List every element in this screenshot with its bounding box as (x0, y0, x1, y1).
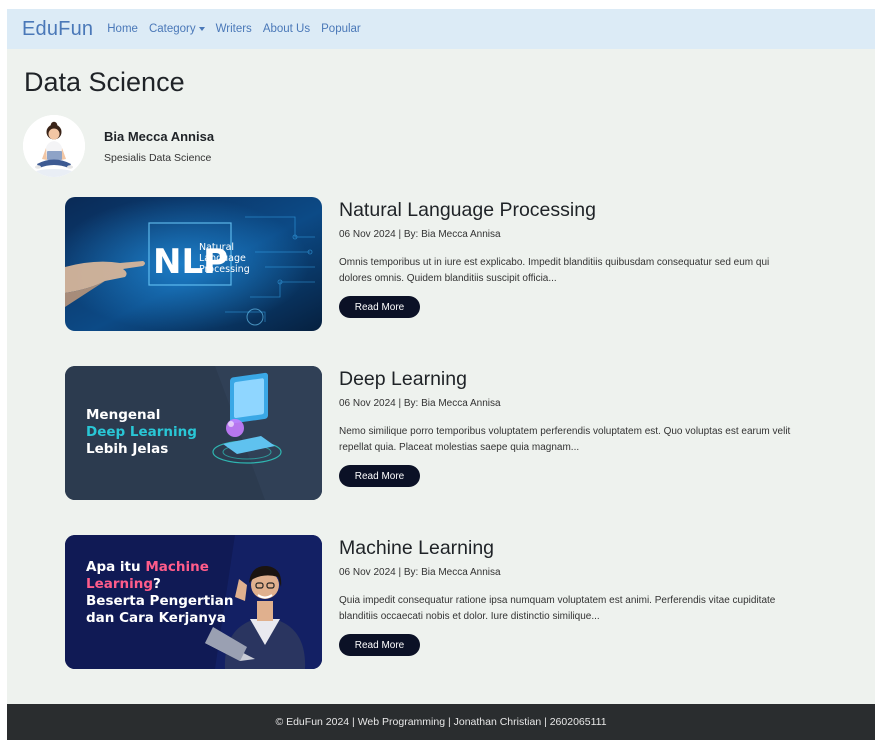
thumb-line-2b: ? (153, 576, 161, 592)
article-excerpt: Omnis temporibus ut in iure est explicab… (339, 257, 770, 284)
article-title[interactable]: Natural Language Processing (339, 199, 596, 222)
thumb-line-1: Apa itu Machine (86, 559, 234, 576)
read-more-button[interactable]: Read More (339, 296, 420, 318)
nav-about-us[interactable]: About Us (263, 23, 310, 35)
nav-category-dropdown[interactable]: Category (149, 23, 205, 35)
article-card: Mengenal Deep Learning Lebih Jelas Deep … (65, 366, 865, 502)
thumb-line-2: Learning? (86, 576, 234, 593)
article-thumbnail-deep-learning[interactable]: Mengenal Deep Learning Lebih Jelas (65, 366, 322, 500)
thumb-line-1a: Apa itu (86, 559, 146, 575)
article-excerpt: Nemo similique porro temporibus voluptat… (339, 426, 791, 453)
nlp-line-2: Language (199, 253, 246, 264)
footer-text: © EduFun 2024 | Web Programming | Jonath… (275, 716, 607, 728)
thumb-line-1: Mengenal (86, 407, 161, 423)
nlp-line-3: Processing (199, 264, 250, 275)
article-thumbnail-nlp[interactable]: NLP Natural Language Processing (65, 197, 322, 331)
thumb-line-2a: Learning (86, 576, 154, 592)
article-title[interactable]: Deep Learning (339, 368, 467, 391)
read-more-button[interactable]: Read More (339, 634, 420, 656)
author-avatar[interactable] (23, 115, 85, 177)
machine-learning-thumb-text: Apa itu Machine Learning? Beserta Penger… (86, 559, 234, 627)
article-card: Apa itu Machine Learning? Beserta Penger… (65, 535, 865, 671)
nav-writers[interactable]: Writers (216, 23, 252, 35)
thumb-line-3: Beserta Pengertian (86, 593, 234, 609)
article-title[interactable]: Machine Learning (339, 537, 494, 560)
avatar-illustration (23, 115, 85, 177)
article-meta: 06 Nov 2024 | By: Bia Mecca Annisa (339, 398, 501, 409)
thumb-line-4: dan Cara Kerjanya (86, 610, 226, 626)
nav-category-label: Category (148, 23, 196, 35)
article-thumbnail-machine-learning[interactable]: Apa itu Machine Learning? Beserta Penger… (65, 535, 322, 669)
footer: © EduFun 2024 | Web Programming | Jonath… (7, 704, 875, 740)
article-meta: 06 Nov 2024 | By: Bia Mecca Annisa (339, 567, 501, 578)
page-title: Data Science (24, 67, 185, 97)
thumb-line-3: Lebih Jelas (86, 441, 169, 457)
read-more-button[interactable]: Read More (339, 465, 420, 487)
page-frame: EduFun Home Category Writers About Us Po… (7, 9, 875, 740)
nav-home[interactable]: Home (107, 23, 138, 35)
author-name: Bia Mecca Annisa (104, 129, 215, 144)
caret-down-icon (198, 27, 205, 31)
thumb-line-1b: Machine (145, 559, 209, 575)
article-card: NLP Natural Language Processing Natural … (65, 197, 865, 333)
navbar: EduFun Home Category Writers About Us Po… (7, 9, 875, 49)
article-excerpt: Quia impedit consequatur ratione ipsa nu… (339, 595, 776, 622)
thumb-line-2: Deep Learning (86, 424, 197, 440)
nav-popular[interactable]: Popular (321, 23, 361, 35)
article-meta: 06 Nov 2024 | By: Bia Mecca Annisa (339, 229, 501, 240)
brand-logo[interactable]: EduFun (22, 18, 93, 41)
deep-learning-thumb-text: Mengenal Deep Learning Lebih Jelas (86, 407, 197, 458)
nlp-line-1: Natural (199, 242, 234, 253)
nlp-banner-image: NLP Natural Language Processing (65, 197, 322, 331)
author-role: Spesialis Data Science (104, 152, 212, 164)
